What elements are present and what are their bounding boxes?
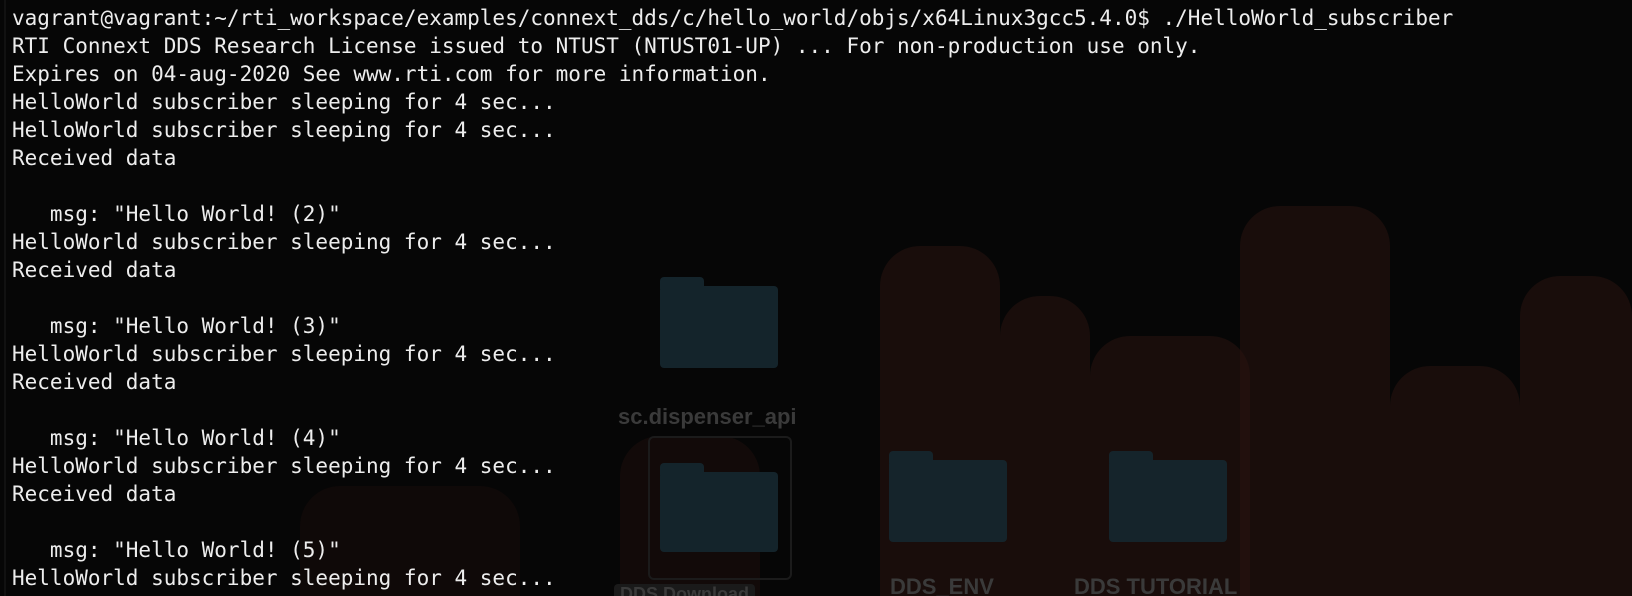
terminal-line: HelloWorld subscriber sleeping for 4 sec… xyxy=(12,566,556,590)
terminal-line: Received data xyxy=(12,258,177,282)
terminal-line: msg: "Hello World! (4)" xyxy=(12,426,341,450)
screen: sc.dispenser_api DDS_ENV DDS TUTORIAL DD… xyxy=(0,0,1632,596)
terminal-line: HelloWorld subscriber sleeping for 4 sec… xyxy=(12,90,556,114)
terminal-line: RTI Connext DDS Research License issued … xyxy=(12,34,1201,58)
terminal-line: msg: "Hello World! (2)" xyxy=(12,202,341,226)
terminal-line: Received data xyxy=(12,592,1632,596)
terminal-line: msg: "Hello World! (5)" xyxy=(12,538,341,562)
terminal-prompt-line: vagrant@vagrant:~/rti_workspace/examples… xyxy=(12,6,1454,30)
terminal-line: Expires on 04-aug-2020 See www.rti.com f… xyxy=(12,62,771,86)
terminal-line: HelloWorld subscriber sleeping for 4 sec… xyxy=(12,342,556,366)
terminal-line: Received data xyxy=(12,370,177,394)
terminal-line: HelloWorld subscriber sleeping for 4 sec… xyxy=(12,454,556,478)
terminal-line: Received data xyxy=(12,482,177,506)
terminal-line: HelloWorld subscriber sleeping for 4 sec… xyxy=(12,230,556,254)
terminal-output[interactable]: vagrant@vagrant:~/rti_workspace/examples… xyxy=(0,0,1632,596)
terminal-line: Received data xyxy=(12,146,177,170)
terminal-line: HelloWorld subscriber sleeping for 4 sec… xyxy=(12,118,556,142)
terminal-line: msg: "Hello World! (3)" xyxy=(12,314,341,338)
